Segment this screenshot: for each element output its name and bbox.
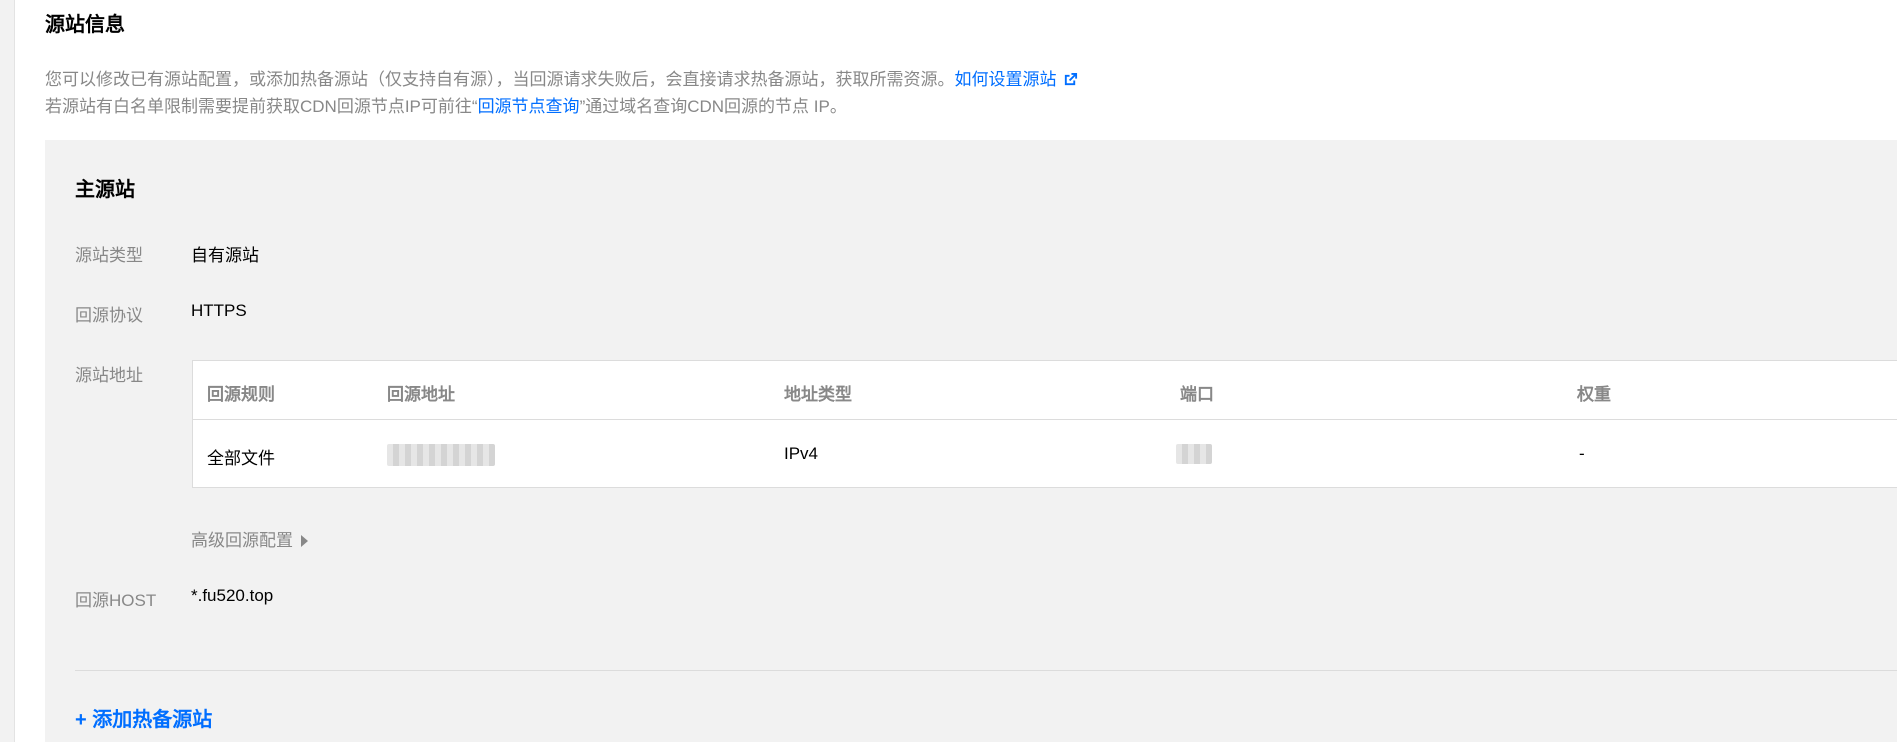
cell-address-type: IPv4 [784,444,819,463]
how-to-set-origin-link-text: 如何设置源站 [954,70,1057,89]
description-text-2a: 若源站有白名单限制需要提前获取CDN回源节点IP可前往“ [45,97,478,116]
caret-right-icon [301,535,308,547]
origin-host-value: *.fu520.top [191,586,274,605]
header-weight: 权重 [1577,385,1611,404]
description-text-2b: ”通过域名查询CDN回源的节点 IP。 [579,97,847,116]
cell-port-redacted [1176,444,1212,464]
description-text-1: 您可以修改已有源站配置，或添加热备源站（仅支持自有源），当回源请求失败后，会直接… [45,70,955,89]
origin-type-value: 自有源站 [191,246,259,265]
origin-node-query-link[interactable]: 回源节点查询 [478,97,580,116]
origin-address-table: 回源规则 回源地址 地址类型 端口 权重 全部文件 IPv4 - [192,360,1897,488]
cell-rule: 全部文件 [207,449,275,468]
section-title: 源站信息 [45,14,125,36]
external-link-icon [1064,72,1077,86]
primary-origin-title: 主源站 [75,179,135,201]
origin-host-label: 回源HOST [75,591,157,610]
table-header: 回源规则 回源地址 地址类型 端口 权重 [193,361,1897,420]
origin-type-label: 源站类型 [75,246,143,265]
primary-origin-panel: 主源站 源站类型 自有源站 回源协议 HTTPS 源站地址 回源规则 回源地址 … [45,140,1897,742]
protocol-value: HTTPS [191,301,247,320]
how-to-set-origin-link[interactable]: 如何设置源站 [955,70,1078,89]
header-rule: 回源规则 [207,385,275,404]
header-address-type: 地址类型 [784,385,852,404]
add-backup-origin-button[interactable]: + 添加热备源站 [75,703,212,732]
advanced-origin-config-toggle[interactable]: 高级回源配置 [191,526,308,551]
advanced-origin-config-label: 高级回源配置 [191,531,293,550]
description-line-1: 您可以修改已有源站配置，或添加热备源站（仅支持自有源），当回源请求失败后，会直接… [45,65,1078,90]
cell-address-redacted [387,444,495,466]
page: 源站信息 您可以修改已有源站配置，或添加热备源站（仅支持自有源），当回源请求失败… [0,0,1897,742]
header-port: 端口 [1180,385,1214,404]
header-address: 回源地址 [387,385,455,404]
description-line-2: 若源站有白名单限制需要提前获取CDN回源节点IP可前往“回源节点查询”通过域名查… [45,92,847,117]
left-border [0,0,15,742]
divider [75,670,1897,671]
protocol-label: 回源协议 [75,306,143,325]
cell-weight: - [1579,444,1585,463]
origin-address-label: 源站地址 [75,366,143,385]
